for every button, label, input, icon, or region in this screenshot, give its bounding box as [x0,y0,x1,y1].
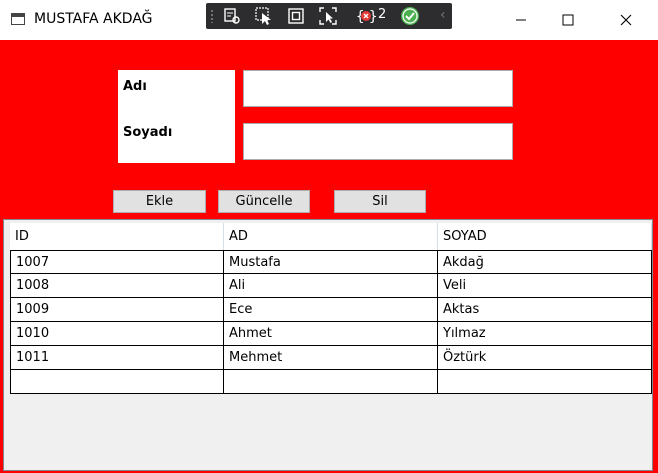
data-grid[interactable]: ID AD SOYAD 1007 Mustafa Akdağ 1008 Ali … [3,219,653,471]
table-cell[interactable]: 1009 [10,298,224,321]
track-focus-icon[interactable] [318,6,338,26]
table-row[interactable]: 1011 Mehmet Öztürk [10,346,652,370]
sil-button[interactable]: Sil [334,190,426,213]
display-layout-adorners-icon[interactable] [286,6,306,26]
table-cell[interactable]: Aktas [438,298,652,321]
window-title: MUSTAFA AKDAĞ [34,11,153,27]
maximize-button[interactable] [545,0,591,40]
maximize-icon [562,14,574,26]
title-bar: MUSTAFA AKDAĞ {} 2 ‹ [0,0,658,40]
table-row[interactable]: 1009 Ece Aktas [10,298,652,322]
soyad-input[interactable] [243,123,513,160]
label-panel: Adı Soyadı [118,70,235,163]
close-button[interactable] [603,0,649,40]
table-cell[interactable]: 1010 [10,322,224,345]
table-cell[interactable]: 1011 [10,346,224,369]
collapse-toolbar-icon[interactable]: ‹ [440,7,446,23]
table-row[interactable]: 1010 Ahmet Yılmaz [10,322,652,346]
ekle-button[interactable]: Ekle [113,190,206,213]
minimize-button[interactable] [498,0,544,40]
guncelle-button[interactable]: Güncelle [218,190,310,213]
binding-failures-count: 2 [378,7,387,22]
table-cell[interactable]: Mehmet [224,346,438,369]
grid-header: ID AD SOYAD [10,223,652,251]
table-cell[interactable]: Yılmaz [438,322,652,345]
main-content: Adı Soyadı Ekle Güncelle Sil ID AD SOYAD… [0,40,658,473]
column-header-ad[interactable]: AD [224,223,438,250]
column-header-id[interactable]: ID [10,223,224,250]
toolbar-grip-icon[interactable] [210,9,214,23]
debug-toolbar: {} 2 ‹ [206,3,452,29]
table-cell[interactable] [224,370,438,393]
table-cell[interactable] [10,370,224,393]
table-cell[interactable] [438,370,652,393]
table-cell[interactable]: Ali [224,274,438,297]
binding-failures-icon[interactable]: {} [356,6,376,26]
table-cell[interactable]: Veli [438,274,652,297]
table-cell[interactable]: Ahmet [224,322,438,345]
minimize-icon [516,19,526,21]
column-header-soyad[interactable]: SOYAD [438,223,652,250]
live-visual-tree-icon[interactable] [222,6,242,26]
ad-input[interactable] [243,70,513,107]
table-cell[interactable]: Mustafa [224,251,438,274]
table-cell[interactable]: Ece [224,298,438,321]
label-ad: Adı [123,79,147,94]
table-cell[interactable]: Öztürk [438,346,652,369]
app-window-icon [11,13,25,25]
new-item-row[interactable] [10,370,652,394]
hot-reload-ok-icon[interactable] [400,6,420,26]
table-cell[interactable]: 1007 [10,251,224,274]
table-cell[interactable]: 1008 [10,274,224,297]
close-icon [620,14,632,26]
table-row[interactable]: 1007 Mustafa Akdağ [10,250,652,274]
table-cell[interactable]: Akdağ [438,251,652,274]
select-element-icon[interactable] [254,6,274,26]
label-soyad: Soyadı [123,125,173,140]
table-row[interactable]: 1008 Ali Veli [10,274,652,298]
